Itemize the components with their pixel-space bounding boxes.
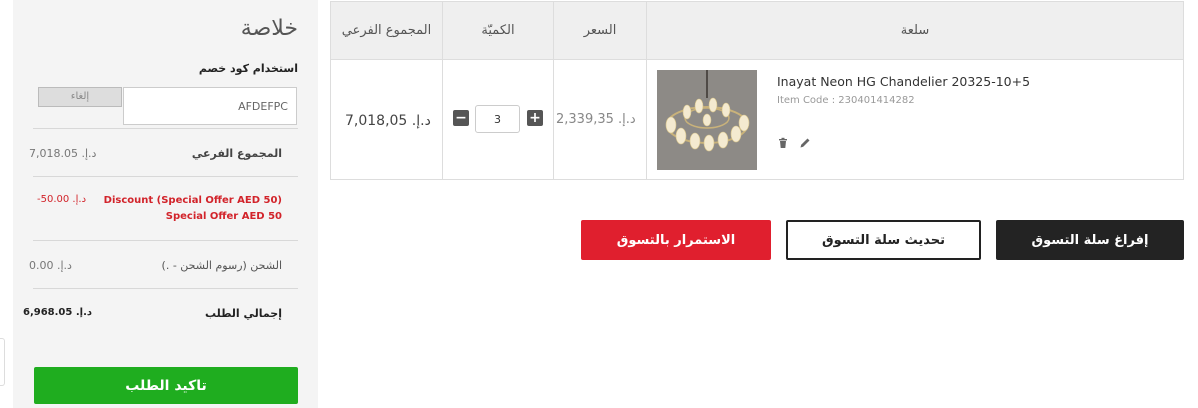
row-subtotal-value: د.إ. 7,018,05 — [345, 113, 431, 129]
side-tab[interactable] — [0, 338, 5, 386]
quantity-input[interactable] — [475, 105, 520, 133]
subtotal-value: د.إ. 7,018.05 — [29, 147, 97, 160]
header-price: السعر — [553, 2, 646, 59]
confirm-order-button[interactable]: تاكيد الطلب — [34, 367, 298, 404]
pencil-icon[interactable] — [799, 134, 811, 148]
order-summary-panel: خلاصة استخدام كود خصم إلغاء المجموع الفر… — [13, 0, 318, 408]
empty-cart-button[interactable]: إفراغ سلة التسوق — [996, 220, 1184, 260]
discount-label-line-2: Special Offer AED 50 — [165, 211, 282, 222]
discount-label: Discount (Special Offer AED 50) Special … — [104, 193, 282, 225]
product-code: Item Code : 230401414282 — [777, 95, 915, 106]
cell-quantity: − + — [442, 59, 553, 179]
summary-subtotal-row: المجموع الفرعي د.إ. 7,018.05 — [29, 128, 298, 177]
discount-value: -د.إ. 50.00 — [37, 194, 87, 205]
discount-label-line-1: Discount (Special Offer AED 50) — [103, 195, 282, 206]
quantity-increase-button[interactable]: + — [527, 110, 543, 126]
summary-total-row: إجمالي الطلب د.إ. 6,968.05 — [23, 288, 298, 339]
row-price-value: د.إ. 2,339,35 — [556, 112, 636, 127]
subtotal-label: المجموع الفرعي — [191, 147, 282, 160]
shipping-label: الشحن (رسوم الشحن - .) — [161, 259, 282, 272]
trash-icon[interactable] — [777, 134, 789, 148]
header-subtotal: المجموع الفرعي — [331, 2, 442, 59]
cell-item: Inayat Neon HG Chandelier 20325-10+5 Ite… — [646, 59, 1183, 179]
summary-discount-row: Discount (Special Offer AED 50) Special … — [33, 176, 298, 241]
quantity-decrease-button[interactable]: − — [453, 110, 469, 126]
cart-table: المجموع الفرعي الكميّة السعر سلعة د.إ. 7… — [330, 1, 1184, 180]
update-cart-button[interactable]: تحديث سلة التسوق — [786, 220, 981, 260]
chandelier-image — [657, 70, 757, 170]
coupon-label: استخدام كود خصم — [198, 62, 298, 75]
shipping-value: د.إ. 0.00 — [29, 259, 72, 272]
cell-subtotal: د.إ. 7,018,05 — [331, 59, 442, 179]
summary-shipping-row: الشحن (رسوم الشحن - .) د.إ. 0.00 — [29, 240, 298, 289]
total-value: د.إ. 6,968.05 — [23, 307, 92, 318]
coupon-code-input[interactable] — [123, 87, 297, 125]
continue-shopping-button[interactable]: الاستمرار بالتسوق — [581, 220, 771, 260]
header-quantity: الكميّة — [442, 2, 553, 59]
product-thumbnail[interactable] — [657, 70, 757, 170]
cell-price: د.إ. 2,339,35 — [553, 59, 646, 179]
summary-title: خلاصة — [240, 16, 298, 41]
total-label: إجمالي الطلب — [204, 307, 282, 320]
header-item: سلعة — [646, 2, 1183, 59]
product-name[interactable]: Inayat Neon HG Chandelier 20325-10+5 — [777, 74, 1030, 89]
coupon-cancel-button[interactable]: إلغاء — [38, 87, 122, 107]
